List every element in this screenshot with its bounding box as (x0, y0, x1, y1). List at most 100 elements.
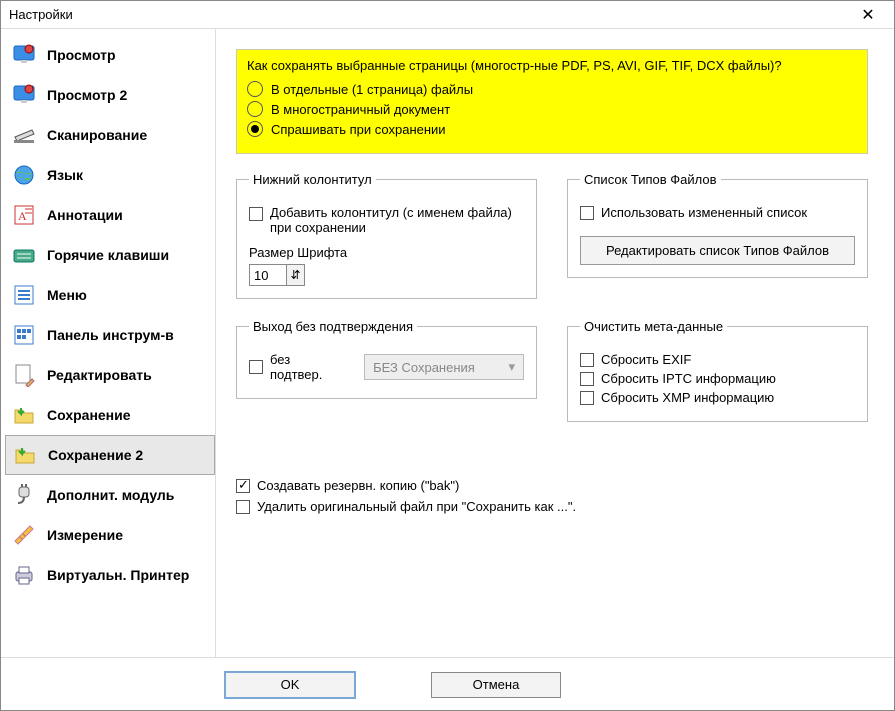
multipage-question: Как сохранять выбранные страницы (многос… (247, 58, 857, 73)
monitor-icon (11, 42, 37, 68)
checkbox-reset-iptc[interactable]: Сбросить IPTC информацию (580, 371, 855, 386)
meta-legend: Очистить мета-данные (580, 319, 727, 334)
checkbox-no-confirm[interactable]: без подтвер. (249, 352, 346, 382)
sidebar-item-label: Сканирование (47, 127, 147, 143)
sidebar-item-save2[interactable]: Сохранение 2 (5, 435, 215, 475)
radio-icon (247, 101, 263, 117)
edit-filetypes-button[interactable]: Редактировать список Типов Файлов (580, 236, 855, 265)
checkbox-label: Создавать резервн. копию ("bak") (257, 478, 459, 493)
radio-label: В многостраничный документ (271, 102, 450, 117)
font-size-input[interactable] (250, 267, 286, 284)
filetypes-fieldset: Список Типов Файлов Использовать изменен… (567, 172, 868, 278)
button-bar: OK Отмена (1, 657, 894, 711)
font-size-label: Размер Шрифта (249, 245, 524, 260)
cancel-button[interactable]: Отмена (431, 672, 561, 698)
sidebar-item-label: Просмотр 2 (47, 87, 127, 103)
globe-icon (11, 162, 37, 188)
close-button[interactable]: ✕ (848, 2, 888, 28)
exit-fieldset: Выход без подтверждения без подтвер. БЕЗ… (236, 319, 537, 399)
printer-icon (11, 562, 37, 588)
checkbox-label: Использовать измененный список (601, 205, 807, 220)
monitor-icon (11, 82, 37, 108)
meta-fieldset: Очистить мета-данные Сбросить EXIF Сброс… (567, 319, 868, 422)
checkbox-reset-exif[interactable]: Сбросить EXIF (580, 352, 855, 367)
ruler-icon (11, 522, 37, 548)
sidebar-item-plugin[interactable]: Дополнит. модуль (5, 475, 215, 515)
sidebar-item-hotkeys[interactable]: Горячие клавиши (5, 235, 215, 275)
exit-legend: Выход без подтверждения (249, 319, 417, 334)
sidebar-item-annot[interactable]: A Аннотации (5, 195, 215, 235)
sidebar-item-scan[interactable]: Сканирование (5, 115, 215, 155)
content-panel: Как сохранять выбранные страницы (многос… (216, 29, 894, 657)
svg-text:A: A (18, 209, 27, 223)
footer-fieldset: Нижний колонтитул Добавить колонтитул (с… (236, 172, 537, 299)
sidebar-item-save[interactable]: Сохранение (5, 395, 215, 435)
pencil-doc-icon (11, 362, 37, 388)
checkbox-make-backup[interactable]: Создавать резервн. копию ("bak") (236, 478, 868, 493)
checkbox-label: Сбросить EXIF (601, 352, 691, 367)
radio-separate-files[interactable]: В отдельные (1 страница) файлы (247, 81, 857, 97)
font-size-spinner[interactable]: ⇵ (249, 264, 305, 286)
checkbox-label: Добавить колонтитул (с именем файла) при… (270, 205, 512, 235)
checkbox-label: Удалить оригинальный файл при "Сохранить… (257, 499, 576, 514)
checkbox-icon (580, 372, 594, 386)
folder-save-icon (11, 402, 37, 428)
select-value: БЕЗ Сохранения (373, 360, 475, 375)
folder-save-icon (12, 442, 38, 468)
sidebar-item-view[interactable]: Просмотр (5, 35, 215, 75)
keyboard-icon (11, 242, 37, 268)
checkbox-icon (236, 500, 250, 514)
close-icon: ✕ (861, 5, 874, 25)
sidebar-item-label: Панель инструм-в (47, 327, 174, 343)
sidebar-item-view2[interactable]: Просмотр 2 (5, 75, 215, 115)
sidebar-item-measure[interactable]: Измерение (5, 515, 215, 555)
checkbox-reset-xmp[interactable]: Сбросить XMP информацию (580, 390, 855, 405)
window-title: Настройки (9, 7, 848, 22)
title-bar: Настройки ✕ (1, 1, 894, 29)
checkbox-label: без подтвер. (270, 352, 346, 382)
checkbox-icon (580, 353, 594, 367)
menu-icon (11, 282, 37, 308)
radio-icon (247, 81, 263, 97)
checkbox-icon (249, 360, 263, 374)
sidebar-item-label: Горячие клавиши (47, 247, 169, 263)
sidebar-item-edit[interactable]: Редактировать (5, 355, 215, 395)
sidebar-item-lang[interactable]: Язык (5, 155, 215, 195)
sidebar-item-label: Сохранение 2 (48, 447, 143, 463)
sidebar-item-label: Виртуальн. Принтер (47, 567, 189, 583)
sidebar-item-label: Сохранение (47, 407, 131, 423)
sidebar-item-menu[interactable]: Меню (5, 275, 215, 315)
sidebar-item-label: Язык (47, 167, 83, 183)
chevron-down-icon: ▾ (508, 359, 515, 375)
checkbox-use-modified-list[interactable]: Использовать измененный список (580, 205, 855, 220)
annotation-icon: A (11, 202, 37, 228)
radio-multipage-doc[interactable]: В многостраничный документ (247, 101, 857, 117)
sidebar-item-label: Аннотации (47, 207, 123, 223)
radio-ask-on-save[interactable]: Спрашивать при сохранении (247, 121, 857, 137)
checkbox-icon (249, 207, 263, 221)
sidebar: Просмотр Просмотр 2 Сканирование Язык A … (1, 29, 216, 657)
checkbox-delete-original[interactable]: Удалить оригинальный файл при "Сохранить… (236, 499, 868, 514)
checkbox-icon (580, 206, 594, 220)
sidebar-item-toolbar[interactable]: Панель инструм-в (5, 315, 215, 355)
plug-icon (11, 482, 37, 508)
scanner-icon (11, 122, 37, 148)
sidebar-item-label: Меню (47, 287, 87, 303)
spinner-arrows-icon[interactable]: ⇵ (286, 265, 304, 285)
checkbox-icon (236, 479, 250, 493)
no-save-select: БЕЗ Сохранения ▾ (364, 354, 524, 380)
multipage-save-group: Как сохранять выбранные страницы (многос… (236, 49, 868, 154)
sidebar-item-vprint[interactable]: Виртуальн. Принтер (5, 555, 215, 595)
checkbox-add-footer[interactable]: Добавить колонтитул (с именем файла) при… (249, 205, 524, 235)
checkbox-label: Сбросить IPTC информацию (601, 371, 776, 386)
radio-label: В отдельные (1 страница) файлы (271, 82, 473, 97)
sidebar-item-label: Просмотр (47, 47, 116, 63)
footer-legend: Нижний колонтитул (249, 172, 376, 187)
radio-icon (247, 121, 263, 137)
sidebar-item-label: Дополнит. модуль (47, 487, 174, 503)
radio-label: Спрашивать при сохранении (271, 122, 446, 137)
filetypes-legend: Список Типов Файлов (580, 172, 721, 187)
ok-button[interactable]: OK (225, 672, 355, 698)
grid-icon (11, 322, 37, 348)
checkbox-icon (580, 391, 594, 405)
